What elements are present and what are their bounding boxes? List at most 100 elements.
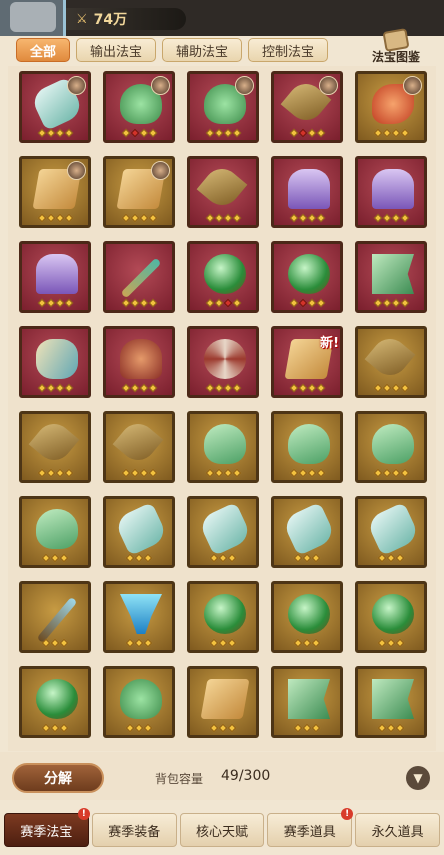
star-rating	[358, 723, 424, 733]
diamond-icon	[139, 298, 148, 308]
diamond-icon	[227, 553, 237, 563]
treasure-item[interactable]	[103, 71, 175, 143]
nav-core-talents[interactable]: 核心天赋	[179, 813, 265, 847]
treasure-item[interactable]	[355, 581, 427, 653]
tab-all[interactable]: 全部	[16, 38, 71, 62]
treasure-item[interactable]	[355, 156, 427, 228]
sword-icon	[36, 596, 78, 644]
treasure-item[interactable]	[19, 666, 91, 738]
vase-icon	[365, 501, 421, 557]
star-rating	[22, 638, 88, 648]
vase-icon	[281, 501, 337, 557]
star-rating	[358, 128, 424, 138]
treasure-item[interactable]	[103, 241, 175, 313]
diamond-icon	[46, 468, 55, 478]
crossed-swords-icon: ⚔	[76, 11, 88, 27]
diamond-icon	[139, 468, 148, 478]
treasure-item[interactable]	[103, 496, 175, 568]
vase-icon	[197, 501, 253, 557]
diamond-icon	[298, 298, 307, 308]
treasure-item[interactable]	[187, 326, 259, 398]
treasure-item[interactable]	[355, 241, 427, 313]
treasure-item[interactable]	[271, 411, 343, 483]
treasure-item[interactable]	[187, 496, 259, 568]
treasure-codex-button[interactable]: 法宝图鉴	[366, 28, 426, 66]
treasure-item[interactable]	[355, 411, 427, 483]
diamond-icon	[209, 553, 219, 563]
treasure-item[interactable]	[271, 71, 343, 143]
diamond-icon	[64, 213, 73, 223]
decompose-button[interactable]: 分解	[12, 763, 104, 793]
treasure-item[interactable]	[19, 241, 91, 313]
treasure-item[interactable]	[187, 581, 259, 653]
treasure-item[interactable]	[187, 156, 259, 228]
diamond-icon	[400, 298, 409, 308]
diamond-icon	[232, 298, 241, 308]
treasure-item[interactable]	[355, 496, 427, 568]
diamond-icon	[232, 213, 241, 223]
diamond-icon	[125, 723, 135, 733]
new-badge: 新!	[320, 336, 339, 351]
tab-support-treasures[interactable]: 辅助法宝	[162, 38, 243, 62]
treasure-item[interactable]: 新!	[271, 326, 343, 398]
treasure-item[interactable]	[19, 496, 91, 568]
diamond-icon	[307, 383, 316, 393]
treasure-item[interactable]	[19, 326, 91, 398]
treasure-item[interactable]	[271, 666, 343, 738]
treasure-grid-panel[interactable]: 新!	[8, 66, 436, 751]
treasure-item[interactable]	[19, 581, 91, 653]
diamond-icon	[391, 468, 400, 478]
treasure-item[interactable]	[187, 666, 259, 738]
star-rating	[106, 723, 172, 733]
diamond-icon	[205, 213, 214, 223]
diamond-icon	[227, 723, 237, 733]
filter-icon[interactable]: ▼	[406, 766, 430, 790]
treasure-item[interactable]	[271, 156, 343, 228]
treasure-item[interactable]	[187, 411, 259, 483]
tab-damage-treasures[interactable]: 输出法宝	[76, 38, 157, 62]
treasure-item[interactable]	[355, 326, 427, 398]
treasure-item[interactable]	[103, 156, 175, 228]
diamond-icon	[55, 383, 64, 393]
star-rating	[358, 553, 424, 563]
nav-season-treasures[interactable]: 赛季法宝 !	[4, 808, 90, 847]
tab-control-treasures[interactable]: 控制法宝	[248, 38, 329, 62]
diamond-icon	[139, 213, 148, 223]
treasure-item[interactable]	[103, 666, 175, 738]
diamond-icon	[209, 638, 219, 648]
treasure-item[interactable]	[103, 411, 175, 483]
diamond-icon	[373, 383, 382, 393]
diamond-icon	[46, 213, 55, 223]
treasure-item[interactable]	[19, 71, 91, 143]
treasure-item[interactable]	[19, 411, 91, 483]
diamond-icon	[232, 383, 241, 393]
diamond-icon	[139, 128, 148, 138]
diamond-icon	[298, 128, 307, 138]
treasure-item[interactable]	[187, 71, 259, 143]
diamond-icon	[289, 468, 298, 478]
treasure-item[interactable]	[103, 326, 175, 398]
treasure-item[interactable]	[271, 241, 343, 313]
treasure-item[interactable]	[271, 581, 343, 653]
diamond-icon	[205, 468, 214, 478]
treasure-item[interactable]	[355, 666, 427, 738]
treasure-item[interactable]	[103, 581, 175, 653]
diamond-icon	[130, 468, 139, 478]
treasure-item[interactable]	[355, 71, 427, 143]
diamond-icon	[64, 128, 73, 138]
diamond-icon	[41, 723, 51, 733]
shield-icon	[204, 424, 246, 464]
player-avatar[interactable]	[0, 0, 66, 36]
diamond-icon	[391, 128, 400, 138]
nav-season-items[interactable]: 赛季道具 !	[267, 808, 354, 847]
diamond-icon	[214, 468, 223, 478]
treasure-item[interactable]	[187, 241, 259, 313]
nav-permanent-items[interactable]: 永久道具	[355, 813, 440, 847]
diamond-icon	[289, 128, 298, 138]
treasure-item[interactable]	[271, 496, 343, 568]
diamond-icon	[214, 298, 223, 308]
diamond-icon	[121, 298, 130, 308]
diamond-icon	[55, 128, 64, 138]
treasure-item[interactable]	[19, 156, 91, 228]
nav-season-equipment[interactable]: 赛季装备	[91, 813, 177, 847]
